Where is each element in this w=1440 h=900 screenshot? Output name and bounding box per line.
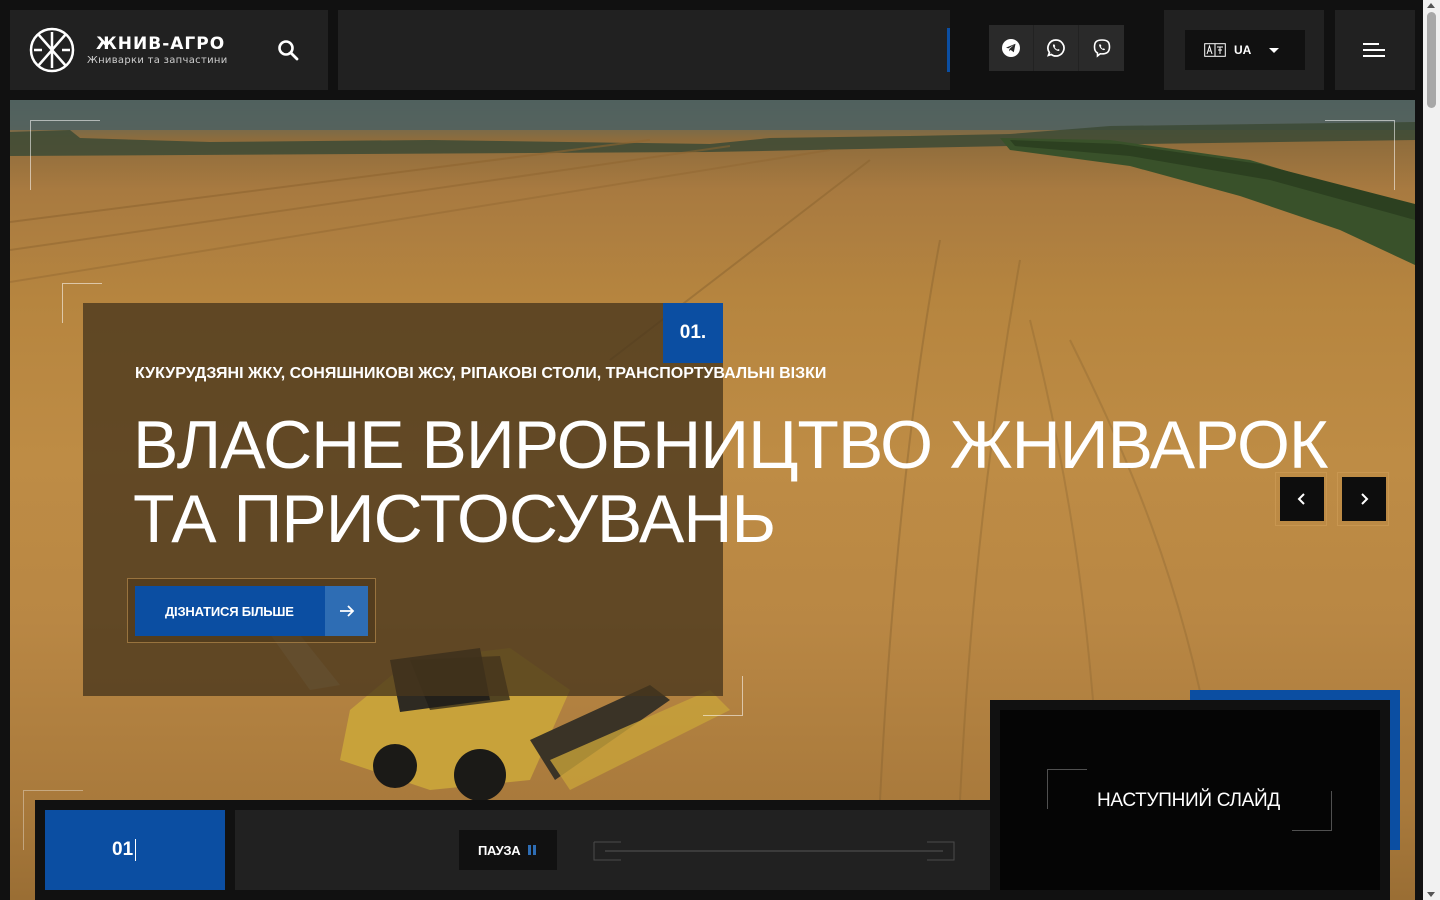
menu-panel: [1335, 10, 1415, 90]
pause-icon: [528, 845, 537, 855]
slide-subtitle: КУКУРУДЗЯНІ ЖКУ, СОНЯШНИКОВІ ЖСУ, РІПАКО…: [135, 365, 827, 382]
pause-label: ПАУЗА: [478, 842, 521, 858]
learn-more-label: ДІЗНАТИСЯ БІЛЬШЕ: [165, 603, 294, 619]
scroll-down-arrow-icon[interactable]: [1427, 892, 1435, 897]
slide-title-line: ТА ПРИСТОСУВАНЬ: [133, 481, 776, 557]
scrollbar-thumb[interactable]: [1427, 12, 1436, 108]
brand-subtitle: Жниварки та запчастини: [87, 55, 228, 66]
search-icon[interactable]: [276, 38, 300, 62]
telegram-button[interactable]: [989, 25, 1034, 71]
whatsapp-button[interactable]: [1034, 25, 1079, 71]
slide-counter-value: 01: [112, 839, 134, 860]
viber-icon: [1093, 39, 1110, 58]
header-ticker-panel: [338, 10, 950, 90]
slide-number: 01.: [663, 303, 723, 363]
brand-logo-icon[interactable]: [28, 26, 76, 74]
language-select[interactable]: UA: [1185, 30, 1305, 70]
frame-corner-decoration: [30, 120, 100, 190]
next-slide-button[interactable]: [1342, 477, 1386, 521]
page-scrollbar[interactable]: [1423, 0, 1440, 900]
slide-title-line: ВЛАСНЕ ВИРОБНИЦТВО ЖНИВАРОК: [133, 407, 1328, 483]
frame-corner-decoration: [1047, 769, 1087, 809]
whatsapp-icon: [1046, 39, 1065, 57]
brand-title[interactable]: ЖНИВ-АГРО: [96, 34, 225, 54]
counter-caret: [135, 839, 137, 861]
pause-button[interactable]: ПАУЗА: [459, 830, 557, 870]
hamburger-menu-icon[interactable]: [1363, 43, 1387, 59]
translate-icon: [1204, 43, 1226, 57]
arrow-right-icon: [325, 586, 368, 636]
scroll-up-arrow-icon[interactable]: [1427, 3, 1435, 8]
chevron-down-icon: [1269, 47, 1280, 53]
slide-progress-bar[interactable]: [593, 841, 955, 861]
chevron-left-icon: [1297, 493, 1305, 505]
prev-slide-button[interactable]: [1280, 477, 1324, 521]
chevron-right-icon: [1361, 493, 1369, 505]
ticker-accent-bar: [947, 28, 950, 72]
learn-more-button[interactable]: ДІЗНАТИСЯ БІЛЬШЕ: [135, 586, 368, 636]
slider-controls-panel: ПАУЗА: [235, 810, 990, 890]
viber-button[interactable]: [1079, 25, 1124, 71]
telegram-icon: [1002, 39, 1020, 57]
next-slide-panel[interactable]: НАСТУПНИЙ СЛАЙД: [1000, 710, 1380, 890]
slide-counter: 01: [45, 810, 225, 890]
slide-title: ВЛАСНЕ ВИРОБНИЦТВО ЖНИВАРОК ТА ПРИСТОСУВ…: [133, 408, 1393, 556]
social-links: [989, 25, 1124, 71]
frame-corner-decoration: [1292, 791, 1332, 831]
frame-corner-decoration: [1325, 120, 1395, 190]
next-slide-wrapper: [1337, 472, 1389, 526]
next-slide-label: НАСТУПНИЙ СЛАЙД: [1097, 790, 1280, 811]
language-current: UA: [1234, 43, 1252, 57]
language-panel: UA: [1164, 10, 1324, 90]
prev-slide-wrapper: [1275, 472, 1327, 526]
logo-panel: ЖНИВ-АГРО Жниварки та запчастини: [10, 10, 328, 90]
